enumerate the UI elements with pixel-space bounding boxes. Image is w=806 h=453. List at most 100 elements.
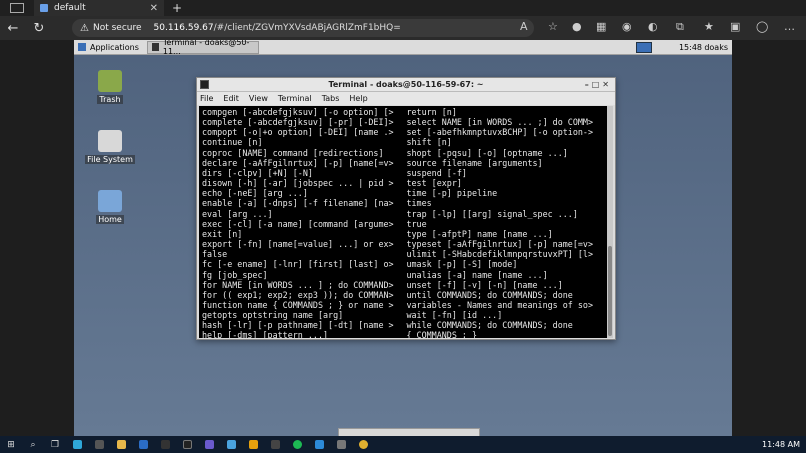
warning-icon[interactable]: ⚠ (80, 23, 89, 34)
windows-taskbar: ⊞ ⌕ ❐ 11:48 AM (0, 436, 806, 453)
close-tab-icon[interactable]: ✕ (150, 3, 158, 14)
terminal-line: continue [n] shift [n] (202, 137, 604, 147)
extension-icon[interactable]: ▦ (596, 20, 606, 33)
terminal-window[interactable]: Terminal - doaks@50-116-59-67: ~ –□✕ Fil… (196, 77, 616, 340)
terminal-app-icon[interactable] (154, 436, 176, 453)
tab-title: default (54, 3, 86, 13)
terminal-line-left: compopt [-o|+o option] [-DEI] [name .> (202, 127, 394, 138)
browser-toolbar: ← ↻ ⚠ Not secure 50.116.59.67/#/client/Z… (0, 16, 806, 40)
security-label[interactable]: Not secure (93, 23, 142, 33)
terminal-line-right: times (406, 198, 432, 209)
scrollbar-thumb[interactable] (608, 246, 612, 336)
terminal-title: Terminal - doaks@50-116-59-67: ~ (328, 80, 484, 89)
vscode-icon[interactable] (308, 436, 330, 453)
calculator-icon[interactable] (88, 436, 110, 453)
back-arrow-icon[interactable]: ← (0, 21, 26, 36)
taskbar-terminal-button[interactable]: Terminal - doaks@50-11... (146, 40, 259, 56)
terminal-line: coproc [NAME] command [redirections] shop… (202, 148, 604, 158)
terminal-line-right: set [-abefhkmnptuvxBCHP] [-o option-> (406, 127, 594, 138)
extension-fox-icon[interactable]: ● (572, 20, 582, 33)
workspace-switcher[interactable] (636, 42, 652, 53)
terminal-line: false ulimit [-SHabcdefiklmnpqrstuvxPT] [… (202, 249, 604, 259)
terminal-line: exec [-cl] [-a name] [command [argume> tr… (202, 219, 604, 229)
terminal-line-left: dirs [-clpv] [+N] [-N] (202, 167, 313, 178)
remote-app-icon[interactable] (220, 436, 242, 453)
terminal-menubar: File Edit View Terminal Tabs Help (197, 92, 615, 105)
terminal-titlebar[interactable]: Terminal - doaks@50-116-59-67: ~ –□✕ (197, 78, 615, 92)
terminal-line-left: help [-dms] [pattern ...] (202, 330, 329, 338)
tab-actions-icon[interactable] (10, 3, 24, 13)
terminal-line: for NAME [in WORDS ... ] ; do COMMAND> un… (202, 280, 604, 290)
terminal-line: exit [n] type [-afptP] name [name ...] (202, 229, 604, 239)
terminal-line: dirs [-clpv] [+N] [-N] suspend [-f] (202, 168, 604, 178)
panel-clock[interactable]: 15:48 (679, 40, 702, 55)
desktop-icon-home[interactable]: Home (80, 190, 140, 225)
terminal-line-left: false (202, 249, 228, 260)
desktop-icon-filesystem[interactable]: File System (80, 130, 140, 165)
menu-edit[interactable]: Edit (223, 94, 239, 103)
cmd-icon[interactable] (176, 436, 198, 453)
favorites-star-icon[interactable]: ☆ (548, 20, 558, 33)
taskbar-clock[interactable]: 11:48 AM (762, 436, 800, 453)
plex-icon[interactable] (242, 436, 264, 453)
terminal-line-right: umask [-p] [-S] [mode] (406, 259, 518, 270)
terminal-line-right: trap [-lp] [[arg] signal_spec ...] (406, 208, 578, 219)
terminal-line: complete [-abcdefgjksuv] [-pr] [-DEI]> se… (202, 117, 604, 127)
spotify-icon[interactable] (286, 436, 308, 453)
terminal-line-right: shift [n] (406, 137, 452, 148)
taskbar-terminal-label: Terminal - doaks@50-11... (162, 40, 250, 56)
home-folder-icon (98, 190, 122, 212)
terminal-line-right: true (406, 218, 427, 229)
terminal-line-right: typeset [-aAfFgilnrtux] [-p] name[=v> (406, 239, 594, 250)
terminal-line-right: unalias [-a] name [name ...] (406, 269, 548, 280)
outlook-icon[interactable] (132, 436, 154, 453)
desktop-icon-label: Home (96, 215, 124, 224)
terminal-output[interactable]: compgen [-abcdefgjksuv] [-o option] [> re… (199, 106, 607, 338)
terminal-line: compopt [-o|+o option] [-DEI] [name .> se… (202, 127, 604, 137)
terminal-scrollbar[interactable] (607, 106, 613, 338)
teams-icon[interactable] (198, 436, 220, 453)
task-view-icon[interactable]: ❐ (44, 436, 66, 453)
app-icon[interactable] (330, 436, 352, 453)
menu-tabs[interactable]: Tabs (322, 94, 340, 103)
applications-icon (78, 43, 86, 51)
terminal-line-left: compgen [-abcdefgjksuv] [-o option] [> (202, 107, 394, 117)
chrome-icon[interactable] (352, 436, 374, 453)
terminal-line-left: for NAME [in WORDS ... ] ; do COMMAND> (202, 279, 394, 290)
extensions-puzzle-icon[interactable]: ⧉ (676, 20, 684, 34)
favorites-icon[interactable]: ★ (704, 20, 714, 33)
extension-icon[interactable]: ◐ (648, 20, 658, 33)
reload-icon[interactable]: ↻ (26, 21, 52, 36)
applications-menu-button[interactable]: Applications (74, 40, 143, 55)
bottom-dock[interactable] (338, 428, 480, 436)
menu-help[interactable]: Help (349, 94, 367, 103)
profile-avatar[interactable]: ◯ (756, 20, 768, 33)
terminal-line-left: getopts optstring name [arg] (202, 310, 344, 321)
terminal-icon (151, 43, 159, 51)
url-text[interactable]: 50.116.59.67/#/client/ZGVmYXVsdABjAGRlZm… (154, 23, 401, 33)
edge-browser-icon[interactable] (66, 436, 88, 453)
terminal-line-left: continue [n] (202, 137, 263, 148)
window-controls[interactable]: –□✕ (585, 78, 612, 92)
app-icon[interactable] (264, 436, 286, 453)
collections-icon[interactable]: ▣ (730, 20, 740, 33)
browser-tab[interactable]: default ✕ (34, 0, 164, 16)
start-icon[interactable]: ⊞ (0, 436, 22, 453)
menu-terminal[interactable]: Terminal (278, 94, 312, 103)
file-explorer-icon[interactable] (110, 436, 132, 453)
desktop-icon-trash[interactable]: Trash (80, 70, 140, 105)
terminal-line-left: function name { COMMANDS ; } or name > (202, 299, 394, 310)
terminal-line-left: complete [-abcdefgjksuv] [-pr] [-DEI]> (202, 117, 394, 128)
extension-icon[interactable]: ◉ (622, 20, 632, 33)
terminal-line-right: type [-afptP] name [name ...] (406, 228, 553, 239)
menu-view[interactable]: View (249, 94, 268, 103)
more-menu-icon[interactable]: … (784, 20, 795, 33)
terminal-line-right: test [expr] (406, 178, 462, 189)
terminal-line: declare [-aAfFgilnrtux] [-p] [name[=v> so… (202, 158, 604, 168)
read-aloud-icon[interactable]: A (520, 20, 528, 33)
address-bar[interactable]: ⚠ Not secure 50.116.59.67/#/client/ZGVmY… (72, 19, 534, 37)
new-tab-button[interactable]: + (172, 1, 182, 15)
search-icon[interactable]: ⌕ (22, 436, 44, 453)
panel-user[interactable]: doaks (704, 40, 728, 55)
menu-file[interactable]: File (200, 94, 213, 103)
